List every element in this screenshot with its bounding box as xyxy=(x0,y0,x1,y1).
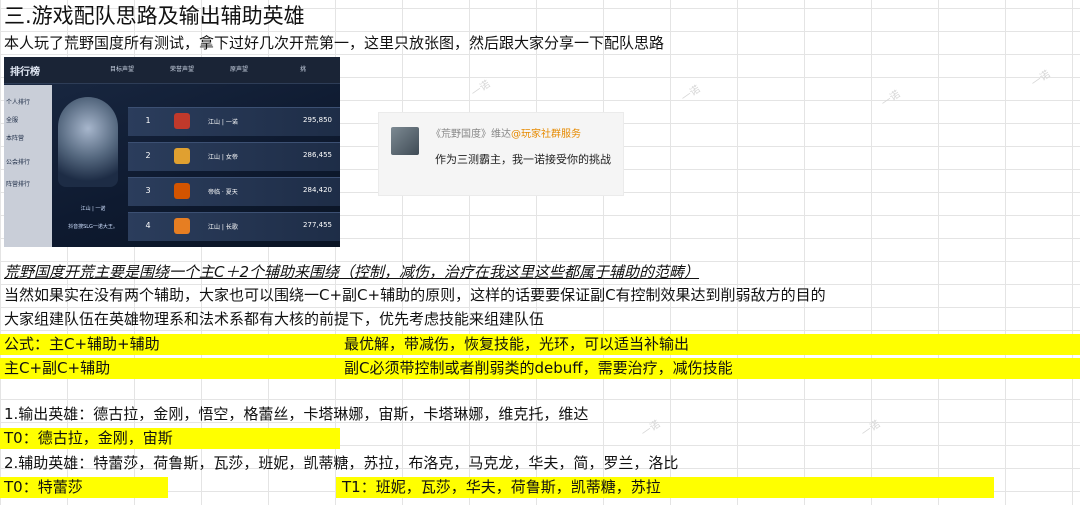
section-title: 三.游戏配队思路及输出辅助英雄 xyxy=(4,4,305,28)
support-heroes-line: 2.辅助英雄：特蕾莎，荷鲁斯，瓦莎，班妮，凯蒂糖，苏拉，布洛克，马克龙，华夫，简… xyxy=(4,454,679,472)
core-strategy-line: 荒野国度开荒主要是围绕一个主C＋2个辅助来围绕（控制，减伤，治疗在我这里这些都属… xyxy=(4,263,700,281)
avatar xyxy=(391,127,419,155)
badge-icon xyxy=(174,218,190,234)
t0-support: T0：特蕾莎 xyxy=(4,478,83,496)
player-name: 江山 | 女帝 xyxy=(208,154,238,161)
ranking-tabs: 目标声望 荣誉声望 原声望 挑 xyxy=(90,60,340,80)
table-row: 4 江山 | 长歌 277,455 xyxy=(128,212,340,241)
social-post-card: 《荒野国度》维达@玩家社群服务 作为三测霸主，我一诺接受你的挑战 xyxy=(378,112,624,196)
table-row: 2 江山 | 女帝 286,455 xyxy=(128,142,340,171)
rank-number: 1 xyxy=(145,116,151,125)
t1-support: T1：班妮，瓦莎，华夫，荷鲁斯，凯蒂糖，苏拉 xyxy=(342,478,661,496)
intro-text: 本人玩了荒野国度所有测试，拿下过好几次开荒第一，这里只放张图，然后跟大家分享一下… xyxy=(4,34,665,52)
post-message: 作为三测霸主，我一诺接受你的挑战 xyxy=(435,153,611,166)
side-item: 公会排行 xyxy=(6,159,31,166)
table-row: 1 江山 | 一诺 295,850 xyxy=(128,107,340,136)
guild-sub: 抖音搜SLG一诺大王。 xyxy=(68,224,118,230)
badge-icon xyxy=(174,113,190,129)
player-score: 295,850 xyxy=(303,116,332,124)
post-header: 《荒野国度》维达@玩家社群服务 xyxy=(431,125,581,140)
formula-1-left: 公式：主C+辅助+辅助 xyxy=(4,335,160,353)
player-score: 284,420 xyxy=(303,186,332,194)
side-item: 全服 xyxy=(6,117,19,124)
badge-icon xyxy=(174,183,190,199)
player-name: 帝临 · 夏天 xyxy=(208,189,238,196)
ranking-tab: 挑 xyxy=(300,66,307,73)
ranking-tab: 目标声望 xyxy=(110,66,135,73)
formula-row-1: 公式：主C+辅助+辅助 最优解，带减伤，恢复技能，光环，可以适当补输出 xyxy=(0,334,1080,355)
strategy-line-2: 当然如果实在没有两个辅助，大家也可以围绕一C+副C+辅助的原则，这样的话要要保证… xyxy=(4,286,826,304)
t0-output-row: T0：德古拉，金刚，宙斯 xyxy=(0,428,340,449)
side-item: 个人排行 xyxy=(6,99,31,106)
output-heroes-line: 1.输出英雄：德古拉，金刚，悟空，格蕾丝，卡塔琳娜，宙斯，卡塔琳娜，维克托，维达 xyxy=(4,405,589,423)
player-name: 江山 | 长歌 xyxy=(208,224,238,231)
ranking-sidebar: 个人排行 全服 本阵营 公会排行 阵营排行 xyxy=(4,85,52,247)
player-score: 277,455 xyxy=(303,221,332,229)
formula-2-left: 主C+副C+辅助 xyxy=(4,359,111,377)
t0-output: T0：德古拉，金刚，宙斯 xyxy=(4,429,173,447)
player-name: 江山 | 一诺 xyxy=(208,119,238,126)
rank-number: 2 xyxy=(145,151,151,160)
ranking-tab: 荣誉声望 xyxy=(170,66,195,73)
post-account-link[interactable]: @玩家社群服务 xyxy=(511,129,581,140)
side-item: 阵营排行 xyxy=(6,181,31,188)
post-prefix: 《荒野国度》维达 xyxy=(431,129,511,140)
strategy-line-3: 大家组建队伍在英雄物理系和法术系都有大核的前提下，优先考虑技能来组建队伍 xyxy=(4,310,545,328)
t1-support-row: T1：班妮，瓦莎，华夫，荷鲁斯，凯蒂糖，苏拉 xyxy=(336,477,994,498)
formula-1-right: 最优解，带减伤，恢复技能，光环，可以适当补输出 xyxy=(344,335,690,353)
table-row: 3 帝临 · 夏天 284,420 xyxy=(128,177,340,206)
hero-portrait xyxy=(58,97,118,187)
ranking-header: 排行榜 xyxy=(10,67,40,78)
player-score: 286,455 xyxy=(303,151,332,159)
badge-icon xyxy=(174,148,190,164)
rank-number: 3 xyxy=(145,186,151,195)
ranking-screenshot: 排行榜 目标声望 荣誉声望 原声望 挑 个人排行 全服 本阵营 公会排行 阵营排… xyxy=(4,57,340,247)
formula-row-2: 主C+副C+辅助 副C必须带控制或者削弱类的debuff，需要治疗，减伤技能 xyxy=(0,358,1080,379)
rank-number: 4 xyxy=(145,221,151,230)
t0-support-row: T0：特蕾莎 xyxy=(0,477,168,498)
formula-2-right: 副C必须带控制或者削弱类的debuff，需要治疗，减伤技能 xyxy=(344,359,733,377)
side-item: 本阵营 xyxy=(6,135,25,142)
ranking-tab: 原声望 xyxy=(230,66,249,73)
guild-label: 江山 | 一诺 xyxy=(80,206,106,212)
